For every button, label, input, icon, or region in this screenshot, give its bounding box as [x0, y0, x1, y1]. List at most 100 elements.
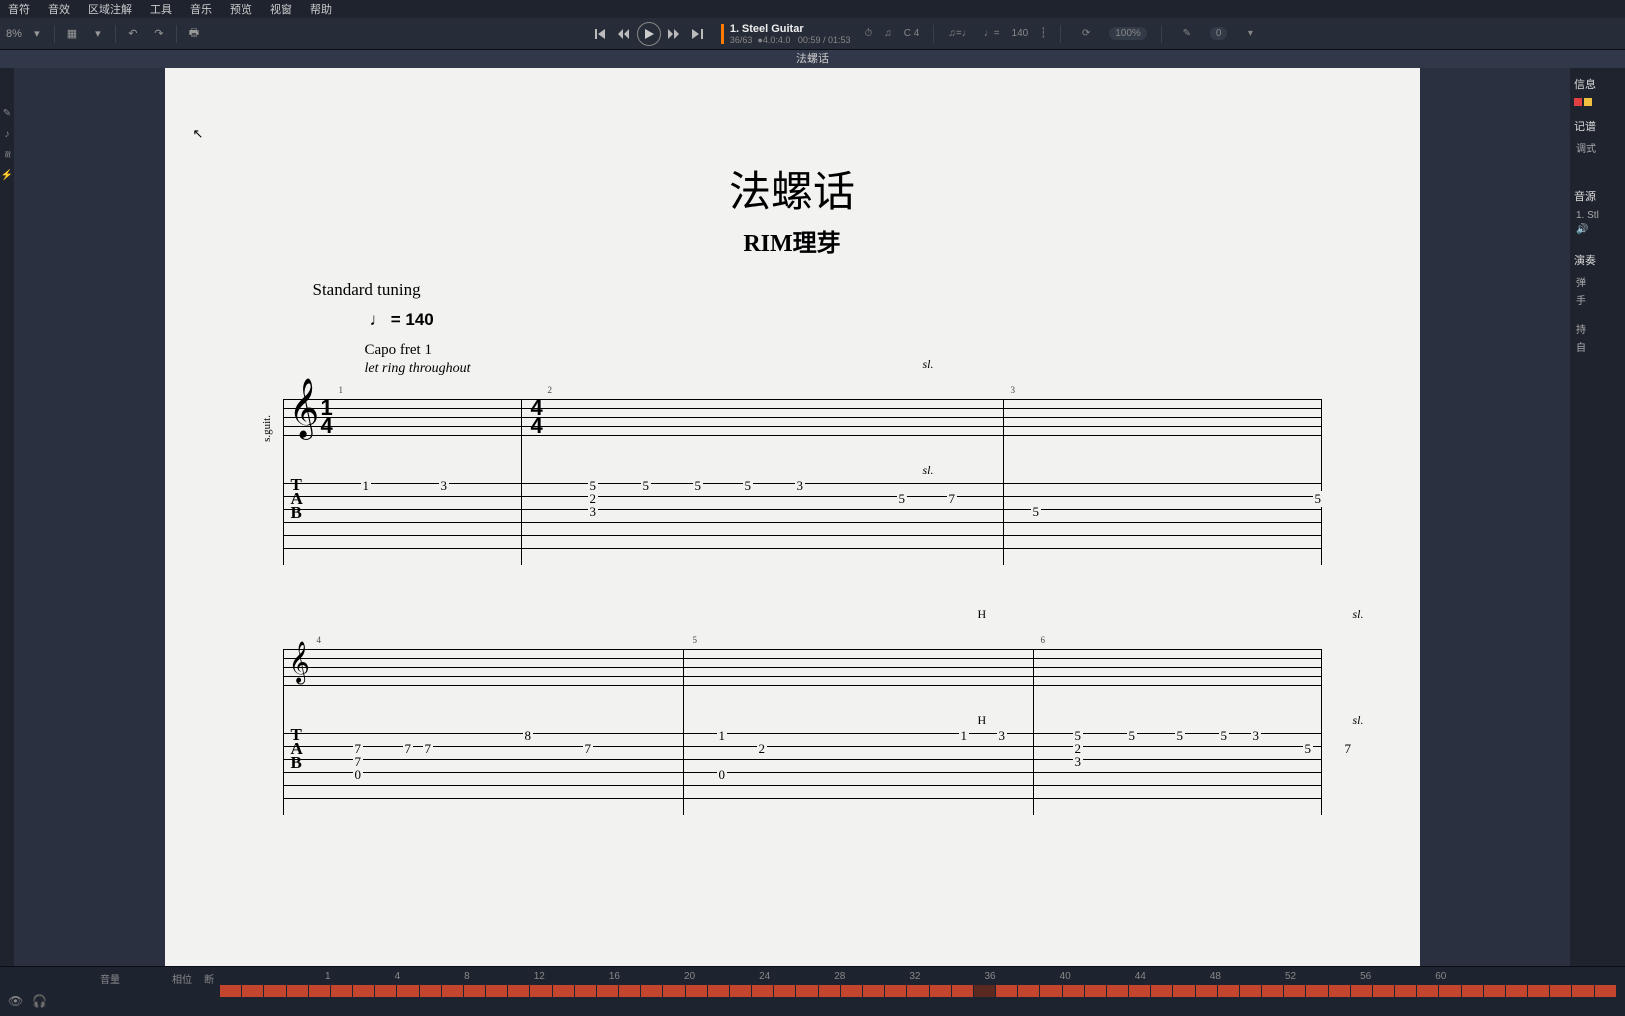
track-info: 1. Steel Guitar 36/63 ●4.0:4.0 00:59 / 0… — [721, 23, 851, 45]
score-viewport[interactable]: ↖ 法螺话 RIM理芽 Standard tuning ♩ = 140 Capo… — [14, 68, 1570, 966]
track-name[interactable]: Steel Guitar — [742, 23, 804, 35]
fret[interactable]: 5 — [1303, 741, 1314, 757]
pencil-icon[interactable]: ✎ — [1176, 23, 1198, 45]
fret[interactable]: 7 — [1343, 741, 1354, 757]
lt-edit[interactable]: ✎ — [2, 108, 13, 119]
system-2: 𝄞 TAB 4 5 6 H H sl. sl. 8 7 7 7 — [283, 635, 1322, 815]
timeline[interactable]: 👁 🎧 音量 相位 断 1481216202428323640444852566… — [0, 966, 1625, 1016]
lt-auto[interactable]: ⚡ — [2, 168, 13, 180]
fret[interactable]: 2 — [757, 741, 768, 757]
time-display: 00:59 / 01:53 — [798, 35, 851, 45]
menu-section[interactable]: 区域注解 — [88, 1, 132, 17]
fret[interactable]: 1 — [361, 478, 372, 494]
layout-icon[interactable]: ▦ — [61, 23, 83, 45]
tuning-icon[interactable]: ♫ — [884, 28, 892, 39]
menu-note[interactable]: 音符 — [8, 1, 30, 17]
instrument-label: s.guit. — [261, 415, 273, 442]
fret[interactable]: 5 — [897, 491, 908, 507]
fret[interactable]: 8 — [523, 728, 534, 744]
headphones-icon[interactable]: 🎧 — [32, 994, 47, 1008]
capo-label: Capo fret 1 — [365, 342, 1420, 359]
fret[interactable]: 3 — [795, 478, 806, 494]
rp-p1[interactable]: 弹 — [1574, 274, 1621, 289]
menu-help[interactable]: 帮助 — [310, 1, 332, 17]
toolbar-meters: ⏱ ♫ C 4 ♫=♩ ♩=140 ┆ ⟳ 100% ✎ 0 ▾ — [864, 23, 1261, 45]
rp-perform-header[interactable]: 演奏 — [1574, 252, 1621, 268]
lt-note[interactable]: ♪ — [2, 129, 13, 140]
forward-icon[interactable] — [663, 23, 685, 45]
transpose-dropdown[interactable]: ▾ — [1239, 23, 1261, 45]
fret[interactable]: 3 — [1251, 728, 1262, 744]
skip-start-icon[interactable] — [589, 23, 611, 45]
measure-num-1: 1 — [339, 385, 344, 395]
bar-counter: 36/63 — [730, 35, 753, 45]
fret[interactable]: 0 — [353, 767, 364, 783]
zoom-field[interactable]: 8% — [6, 28, 22, 40]
print-icon[interactable]: 🖶 — [183, 23, 205, 45]
hammer-annotation: H — [978, 607, 987, 622]
tl-cut-label: 断 — [204, 971, 214, 986]
zoom-dropdown-icon[interactable]: ▾ — [26, 23, 48, 45]
transpose-value[interactable]: 0 — [1210, 27, 1228, 40]
tempo-slider-icon[interactable]: ┆ — [1040, 28, 1046, 39]
visibility-icon[interactable]: 👁 — [8, 994, 23, 1008]
menu-effect[interactable]: 音效 — [48, 1, 70, 17]
menu-window[interactable]: 视窗 — [270, 1, 292, 17]
fret[interactable]: 5 — [1031, 504, 1042, 520]
fret[interactable]: 7 — [423, 741, 434, 757]
rp-sound-header[interactable]: 音源 — [1574, 188, 1621, 204]
system-1: s.guit. 𝄞 TAB 14 44 1 2 3 sl. sl. 1 3 — [283, 385, 1322, 565]
fret[interactable]: 7 — [947, 491, 958, 507]
rp-track1[interactable]: 1. Stl — [1574, 210, 1621, 221]
undo-icon[interactable]: ↶ — [122, 23, 144, 45]
fret[interactable]: 1 — [717, 728, 728, 744]
measure-num-3: 3 — [1011, 385, 1016, 395]
fret[interactable]: 3 — [588, 504, 599, 520]
lt-fx[interactable]: ≋ — [2, 150, 13, 158]
slide-annotation-1: sl. — [923, 357, 934, 372]
menu-tools[interactable]: 工具 — [150, 1, 172, 17]
measure-num-5: 5 — [693, 635, 698, 645]
rp-p2[interactable]: 手 — [1574, 292, 1621, 307]
fret[interactable]: 5 — [641, 478, 652, 494]
fret[interactable]: 5 — [1219, 728, 1230, 744]
loop-speed[interactable]: 100% — [1109, 27, 1147, 40]
fret[interactable]: 5 — [743, 478, 754, 494]
layout-dropdown-icon[interactable]: ▾ — [87, 23, 109, 45]
rp-info-header[interactable]: 信息 — [1574, 76, 1621, 92]
fret[interactable]: 7 — [583, 741, 594, 757]
tempo-value[interactable]: 140 — [1012, 28, 1029, 39]
fret[interactable]: 3 — [1073, 754, 1084, 770]
fret[interactable]: 3 — [997, 728, 1008, 744]
rp-p3[interactable]: 持 — [1574, 321, 1621, 336]
score-page: ↖ 法螺话 RIM理芽 Standard tuning ♩ = 140 Capo… — [165, 68, 1420, 966]
rewind-icon[interactable] — [613, 23, 635, 45]
beat-pos: 4.0:4.0 — [763, 35, 791, 45]
slide-annotation-1b: sl. — [923, 463, 934, 478]
fret[interactable]: 3 — [439, 478, 450, 494]
fret[interactable]: 5 — [1127, 728, 1138, 744]
rp-color-swatches[interactable] — [1574, 98, 1621, 106]
menu-preview[interactable]: 预览 — [230, 1, 252, 17]
timeline-bars[interactable] — [220, 985, 1617, 997]
fret[interactable]: 5 — [693, 478, 704, 494]
document-tab[interactable]: 法螺话 — [0, 50, 1625, 68]
slide-annotation-2b: sl. — [1353, 713, 1364, 728]
redo-icon[interactable]: ↷ — [148, 23, 170, 45]
rp-tune[interactable]: 调式 — [1574, 140, 1621, 155]
fret[interactable]: 7 — [403, 741, 414, 757]
rp-notation-header[interactable]: 记谱 — [1574, 118, 1621, 134]
fret[interactable]: 1 — [959, 728, 970, 744]
rp-p4[interactable]: 自 — [1574, 339, 1621, 354]
play-button[interactable] — [637, 22, 661, 46]
fret[interactable]: 5 — [1313, 491, 1324, 507]
fret[interactable]: 0 — [717, 767, 728, 783]
skip-end-icon[interactable] — [687, 23, 709, 45]
rp-speaker-icon[interactable]: 🔊 — [1574, 224, 1621, 235]
slide-annotation-2: sl. — [1353, 607, 1364, 622]
menu-music[interactable]: 音乐 — [190, 1, 212, 17]
tuning-label: Standard tuning — [313, 280, 1420, 300]
fret[interactable]: 5 — [1175, 728, 1186, 744]
loop-icon[interactable]: ⟳ — [1075, 23, 1097, 45]
metronome-icon[interactable]: ⏱ — [864, 28, 872, 39]
